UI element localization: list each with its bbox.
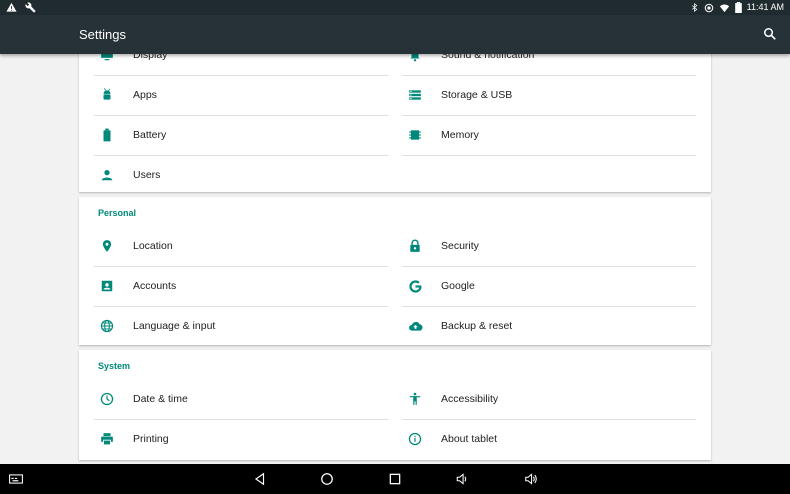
- settings-item-date-time[interactable]: Date & time: [94, 379, 388, 420]
- page-title: Settings: [79, 27, 126, 42]
- account-box-icon: [100, 279, 114, 293]
- settings-item-battery[interactable]: Battery: [94, 115, 388, 156]
- settings-item-label: Google: [441, 280, 475, 292]
- wrench-icon: [25, 2, 36, 13]
- navigation-bar: [0, 464, 790, 494]
- volume-up-icon[interactable]: [523, 472, 537, 486]
- info-icon: [408, 432, 422, 446]
- clock-time: 11:41 AM: [746, 2, 784, 12]
- location-pin-icon: [100, 239, 114, 253]
- settings-item-label: Printing: [133, 433, 169, 445]
- settings-item-label: Apps: [133, 89, 157, 101]
- memory-icon: [408, 128, 422, 142]
- settings-item-label: Users: [133, 169, 161, 181]
- settings-item-label: Language & input: [133, 320, 216, 332]
- warning-icon: [6, 2, 17, 13]
- settings-item-label: Memory: [441, 129, 479, 141]
- bell-icon: [408, 54, 422, 62]
- printer-icon: [100, 432, 114, 446]
- app-toolbar: Settings: [0, 15, 790, 54]
- settings-item-label: Date & time: [133, 393, 188, 405]
- settings-item-backup-reset[interactable]: Backup & reset: [402, 306, 696, 346]
- battery-icon: [734, 2, 742, 13]
- settings-item-label: Security: [441, 240, 479, 252]
- battery-icon: [100, 128, 114, 142]
- person-icon: [100, 168, 114, 182]
- google-icon: [408, 279, 422, 293]
- settings-item-label: Accessibility: [441, 393, 499, 405]
- settings-item-label: Display: [133, 54, 168, 61]
- settings-item-label: Accounts: [133, 280, 177, 292]
- keyboard-switcher-icon[interactable]: [9, 473, 23, 487]
- personal-card: Personal Location Security Accounts Goog…: [79, 197, 711, 345]
- settings-item-memory[interactable]: Memory: [402, 115, 696, 156]
- volume-down-icon[interactable]: [455, 472, 469, 486]
- home-icon[interactable]: [320, 472, 334, 486]
- settings-item-printing[interactable]: Printing: [94, 419, 388, 459]
- bluetooth-icon: [690, 2, 699, 13]
- system-card: System Date & time Accessibility Printin…: [79, 350, 711, 460]
- android-icon: [100, 88, 114, 102]
- status-bar: 11:41 AM: [0, 0, 790, 15]
- accessibility-icon: [408, 392, 422, 406]
- settings-item-apps[interactable]: Apps: [94, 75, 388, 116]
- settings-item-storage-usb[interactable]: Storage & USB: [402, 75, 696, 116]
- settings-item-accessibility[interactable]: Accessibility: [402, 379, 696, 420]
- settings-item-language-input[interactable]: Language & input: [94, 306, 388, 346]
- settings-item-label: About tablet: [441, 433, 498, 445]
- settings-item-users[interactable]: Users: [94, 155, 388, 195]
- search-icon[interactable]: [763, 27, 777, 41]
- settings-item-security[interactable]: Security: [402, 226, 696, 267]
- settings-item-location[interactable]: Location: [94, 226, 388, 267]
- settings-content: Display Sound & notification Apps Storag…: [0, 54, 790, 464]
- recents-icon[interactable]: [388, 472, 402, 486]
- device-card: Display Sound & notification Apps Storag…: [79, 54, 711, 192]
- cloud-upload-icon: [408, 319, 423, 333]
- settings-item-about-tablet[interactable]: About tablet: [402, 419, 696, 459]
- lock-icon: [408, 239, 422, 253]
- settings-item-label: Storage & USB: [441, 89, 513, 101]
- settings-item-display[interactable]: Display: [94, 54, 388, 76]
- category-header-system: System: [98, 361, 131, 371]
- settings-item-label: Battery: [133, 129, 167, 141]
- display-icon: [100, 54, 114, 62]
- sync-icon: [704, 3, 714, 13]
- wifi-icon: [719, 3, 730, 13]
- globe-icon: [100, 319, 114, 333]
- settings-item-accounts[interactable]: Accounts: [94, 266, 388, 307]
- settings-item-sound-notification[interactable]: Sound & notification: [402, 54, 696, 76]
- settings-item-label: Backup & reset: [441, 320, 513, 332]
- category-header-personal: Personal: [98, 208, 137, 218]
- settings-item-google[interactable]: Google: [402, 266, 696, 307]
- back-icon[interactable]: [253, 472, 267, 486]
- clock-icon: [100, 392, 114, 406]
- storage-icon: [408, 88, 422, 102]
- settings-item-label: Sound & notification: [441, 54, 535, 61]
- settings-item-label: Location: [133, 240, 173, 252]
